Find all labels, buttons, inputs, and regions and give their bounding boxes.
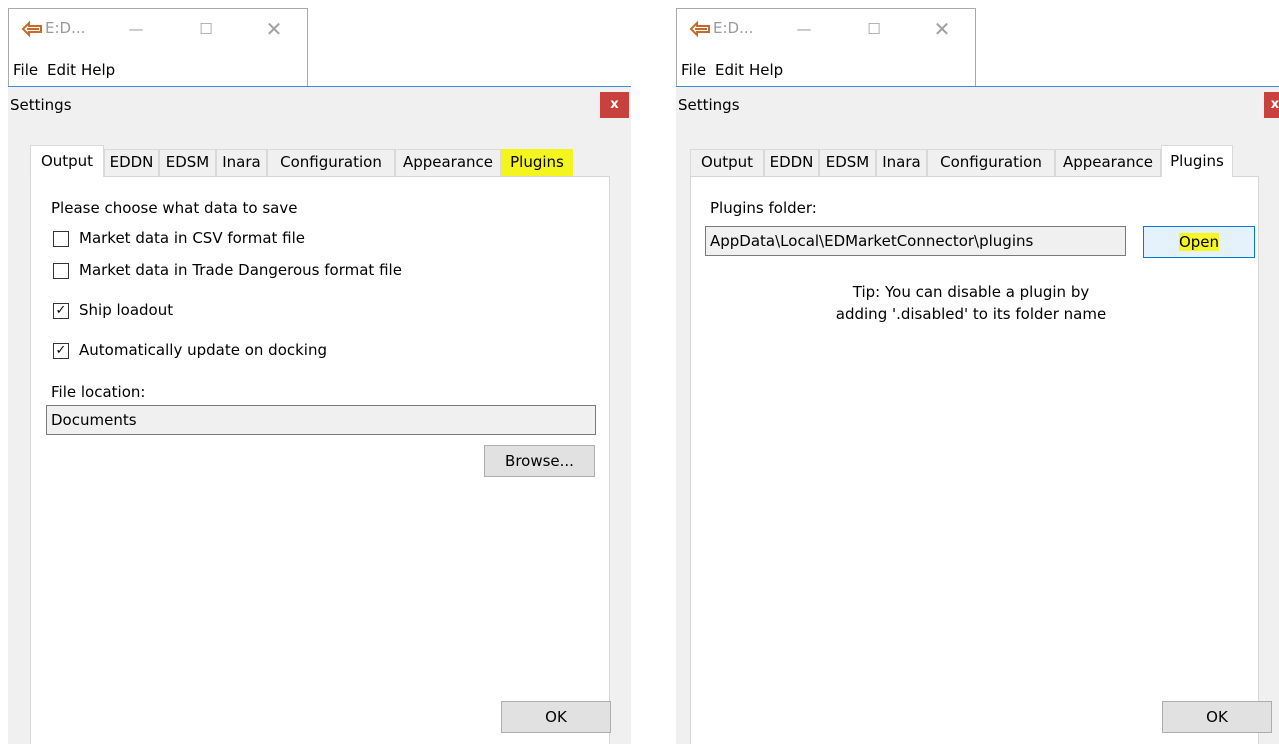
file-location-field[interactable]: Documents — [46, 405, 596, 435]
tab-edsm[interactable]: EDSM — [159, 149, 216, 176]
title-bar[interactable]: E:D... — ☐ ✕ — [677, 9, 975, 49]
ok-button[interactable]: OK — [501, 701, 611, 733]
app-icon — [689, 20, 710, 38]
open-button[interactable]: Open — [1143, 226, 1255, 258]
app-icon — [21, 20, 42, 38]
tab-output[interactable]: Output — [30, 145, 104, 177]
menu-edit[interactable]: Edit — [715, 61, 744, 79]
tip-text: Tip: You can disable a plugin by adding … — [801, 281, 1141, 325]
tab-configuration[interactable]: Configuration — [927, 149, 1055, 176]
menu-file[interactable]: File — [681, 61, 706, 79]
tab-edsm[interactable]: EDSM — [819, 149, 876, 176]
maximize-icon[interactable]: ☐ — [191, 15, 221, 43]
auto-update-checkbox[interactable]: ✓ — [53, 343, 69, 359]
tip-line-1: Tip: You can disable a plugin by — [852, 283, 1090, 301]
tab-inara[interactable]: Inara — [216, 149, 267, 176]
menu-help[interactable]: Help — [749, 61, 783, 79]
csv-label: Market data in CSV format file — [79, 229, 306, 247]
plugins-folder-label: Plugins folder: — [710, 199, 817, 217]
td-checkbox[interactable] — [53, 263, 69, 279]
right-screenshot: E:D... — ☐ ✕ File Edit Help Settings x O… — [668, 0, 1279, 744]
window-title: E:D... — [45, 19, 86, 37]
tab-appearance[interactable]: Appearance — [395, 149, 501, 176]
tab-eddn[interactable]: EDDN — [104, 149, 159, 176]
window-title: E:D... — [713, 19, 754, 37]
tab-configuration[interactable]: Configuration — [267, 149, 395, 176]
plugins-folder-field[interactable]: AppData\Local\EDMarketConnector\plugins — [705, 226, 1126, 256]
menu-help[interactable]: Help — [81, 61, 115, 79]
ship-loadout-label: Ship loadout — [79, 301, 174, 319]
maximize-icon[interactable]: ☐ — [859, 15, 889, 43]
close-icon[interactable]: x — [1264, 92, 1279, 118]
tab-appearance[interactable]: Appearance — [1055, 149, 1161, 176]
browse-button[interactable]: Browse... — [484, 445, 595, 477]
menu-edit[interactable]: Edit — [47, 61, 76, 79]
tab-inara[interactable]: Inara — [876, 149, 927, 176]
td-label: Market data in Trade Dangerous format fi… — [79, 261, 402, 279]
checkbox-checked-icon: ✓ — [55, 303, 67, 318]
csv-checkbox[interactable] — [53, 231, 69, 247]
menu-file[interactable]: File — [13, 61, 38, 79]
minimize-icon[interactable]: — — [121, 15, 151, 43]
choose-data-label: Please choose what data to save — [51, 199, 298, 217]
tab-output[interactable]: Output — [690, 149, 764, 176]
open-button-label: Open — [1178, 233, 1220, 251]
settings-dialog: Settings x Output EDDN EDSM Inara Config… — [676, 86, 1279, 744]
minimize-icon[interactable]: — — [789, 15, 819, 43]
ok-button[interactable]: OK — [1162, 701, 1272, 733]
title-bar[interactable]: E:D... — ☐ ✕ — [9, 9, 307, 49]
dialog-title: Settings — [678, 96, 740, 114]
tip-line-2: adding '.disabled' to its folder name — [835, 305, 1107, 323]
close-icon[interactable]: ✕ — [259, 15, 289, 43]
ship-loadout-checkbox[interactable]: ✓ — [53, 303, 69, 319]
settings-dialog: Settings x Output EDDN EDSM Inara Config… — [8, 86, 631, 744]
dialog-title: Settings — [10, 96, 72, 114]
tab-eddn[interactable]: EDDN — [764, 149, 819, 176]
plugins-tab-panel: Plugins folder: AppData\Local\EDMarketCo… — [690, 176, 1259, 744]
tab-plugins[interactable]: Plugins — [501, 149, 573, 176]
tab-plugins[interactable]: Plugins — [1161, 145, 1233, 177]
close-icon[interactable]: x — [600, 92, 629, 118]
close-icon[interactable]: ✕ — [927, 15, 957, 43]
checkbox-checked-icon: ✓ — [55, 343, 67, 358]
file-location-label: File location: — [51, 383, 146, 401]
auto-update-label: Automatically update on docking — [79, 341, 327, 359]
output-tab-panel: Please choose what data to save Market d… — [30, 176, 610, 744]
left-screenshot: E:D... — ☐ ✕ File Edit Help Settings x O… — [0, 0, 640, 744]
